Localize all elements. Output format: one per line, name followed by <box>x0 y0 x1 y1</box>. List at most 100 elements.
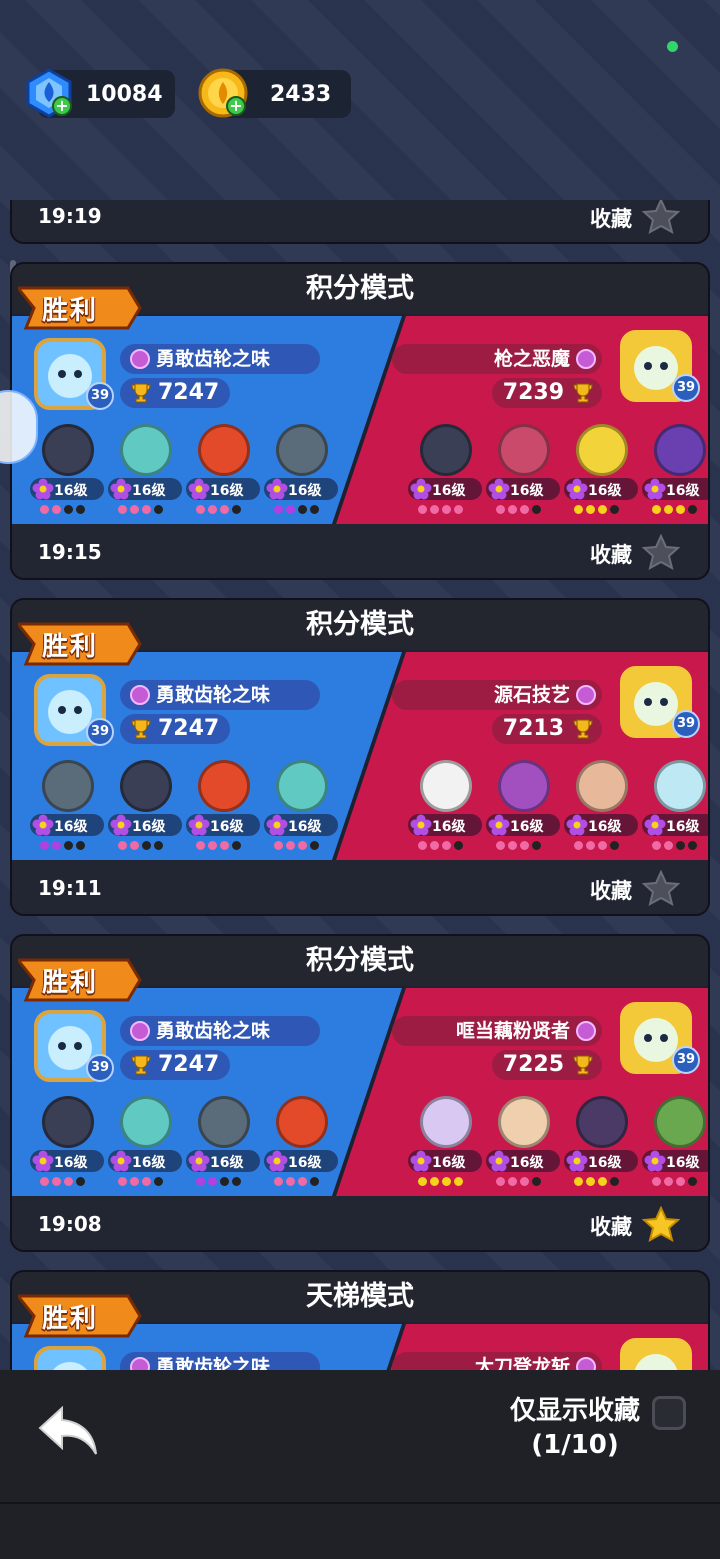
star-icon[interactable] <box>642 534 680 570</box>
opponent-hero[interactable]: 16级 <box>564 424 638 520</box>
star-dot <box>574 841 583 850</box>
star-dot <box>430 1177 439 1186</box>
star-dot <box>442 505 451 514</box>
crown-icon <box>130 1021 150 1041</box>
player-avatar[interactable]: 39 <box>32 1008 114 1084</box>
star-dot <box>442 1177 451 1186</box>
player-score-value: 7247 <box>158 716 220 741</box>
victory-label: 胜利 <box>42 296 99 326</box>
hero-level-badge: 16级 <box>108 1150 182 1172</box>
hero-star-dots <box>496 841 541 851</box>
star-dot <box>154 505 163 514</box>
star-dot <box>676 841 685 850</box>
hero-level: 16级 <box>432 483 466 499</box>
opponent-hero[interactable]: 16级 <box>564 1096 638 1192</box>
star-dot <box>64 1177 73 1186</box>
opponent-avatar[interactable]: 39 <box>618 1000 700 1076</box>
opponent-hero[interactable]: 16级 <box>486 760 560 856</box>
opponent-hero[interactable]: 16级 <box>642 760 708 856</box>
match-card[interactable]: 积分模式 39 39 勇敢齿轮之味 源石技艺 7247 7213 16级 16级 16级 16级 16… <box>10 598 710 916</box>
hero-star-dots <box>574 841 619 851</box>
hero-level: 16级 <box>432 1155 466 1171</box>
opponent-hero[interactable]: 16级 <box>408 760 482 856</box>
gem-counter[interactable]: + 10084 <box>26 68 175 118</box>
player-hero[interactable]: 16级 <box>108 760 182 856</box>
opponent-score-value: 7213 <box>502 716 564 741</box>
hero-level-badge: 16级 <box>30 478 104 500</box>
hero-portrait-icon <box>198 424 250 476</box>
back-arrow-icon[interactable] <box>36 1404 100 1458</box>
trophy-icon <box>131 1055 151 1075</box>
hero-portrait-icon <box>420 1096 472 1148</box>
crown-icon <box>130 685 150 705</box>
hero-level-badge: 16级 <box>108 814 182 836</box>
opponent-name: 哐当藕粉贤者 <box>392 1016 602 1046</box>
star-icon[interactable] <box>642 1206 680 1242</box>
opponent-hero[interactable]: 16级 <box>408 424 482 520</box>
opponent-hero[interactable]: 16级 <box>642 424 708 520</box>
star-dot <box>610 841 619 850</box>
match-card[interactable]: 积分模式 39 39 勇敢齿轮之味 哐当藕粉贤者 7247 7225 16级 16级 16级 16级… <box>10 934 710 1252</box>
opponent-avatar[interactable] <box>618 1336 694 1370</box>
flower-rank-icon <box>644 814 666 836</box>
flower-rank-icon <box>488 814 510 836</box>
star-dot <box>454 1177 463 1186</box>
star-dot <box>454 841 463 850</box>
player-hero[interactable]: 16级 <box>264 424 338 520</box>
star-dot <box>208 1177 217 1186</box>
player-hero[interactable]: 16级 <box>264 760 338 856</box>
opponent-avatar[interactable]: 39 <box>618 328 700 404</box>
gold-amount: 2433 <box>270 81 332 107</box>
star-dot <box>442 841 451 850</box>
player-avatar[interactable]: 39 <box>32 336 114 412</box>
opponent-hero[interactable]: 16级 <box>486 424 560 520</box>
match-card[interactable]: 天梯模式 勇敢齿轮之味 大刀登龙斩 胜利 <box>10 1270 710 1370</box>
opponent-avatar[interactable]: 39 <box>618 664 700 740</box>
match-footer: 19:15 收藏 <box>12 524 708 578</box>
player-hero[interactable]: 16级 <box>30 424 104 520</box>
player-hero[interactable]: 16级 <box>186 424 260 520</box>
player-hero[interactable]: 16级 <box>108 424 182 520</box>
opponent-hero[interactable]: 16级 <box>486 1096 560 1192</box>
opponent-name: 枪之恶魔 <box>392 344 602 374</box>
match-time: 19:19 <box>38 204 102 228</box>
star-dot <box>118 841 127 850</box>
opponent-hero[interactable]: 16级 <box>408 1096 482 1192</box>
match-arena: 39 39 勇敢齿轮之味 枪之恶魔 7247 7239 16级 16级 16级 16级 16级 16级… <box>12 316 708 524</box>
player-hero[interactable]: 16级 <box>30 1096 104 1192</box>
star-dot <box>76 841 85 850</box>
hero-portrait-icon <box>120 760 172 812</box>
player-avatar[interactable]: 39 <box>32 672 114 748</box>
star-dot <box>598 505 607 514</box>
hero-star-dots <box>40 841 85 851</box>
player-hero[interactable]: 16级 <box>186 1096 260 1192</box>
player-hero[interactable]: 16级 <box>186 760 260 856</box>
only-fav-checkbox[interactable] <box>652 1396 686 1430</box>
hero-star-dots <box>574 1177 619 1187</box>
hero-portrait-icon <box>276 1096 328 1148</box>
opponent-hero[interactable]: 16级 <box>642 1096 708 1192</box>
match-history-list[interactable]: 19:19 收藏 积分模式 39 39 勇敢齿轮之味 枪之恶魔 7247 7239 16级 16… <box>0 200 720 1370</box>
star-dot <box>418 1177 427 1186</box>
opponent-score-value: 7225 <box>502 1052 564 1077</box>
star-icon[interactable] <box>642 200 680 234</box>
player-hero[interactable]: 16级 <box>30 760 104 856</box>
flower-rank-icon <box>266 478 288 500</box>
gold-counter[interactable]: + 2433 <box>198 68 351 118</box>
player-hero[interactable]: 16级 <box>108 1096 182 1192</box>
player-hero[interactable]: 16级 <box>264 1096 338 1192</box>
hero-level: 16级 <box>132 483 166 499</box>
player-avatar[interactable] <box>32 1344 108 1370</box>
star-dot <box>52 505 61 514</box>
match-card-partial[interactable]: 19:19 收藏 <box>10 200 710 244</box>
star-icon[interactable] <box>642 870 680 906</box>
match-card[interactable]: 积分模式 39 39 勇敢齿轮之味 枪之恶魔 7247 7239 16级 16级 16级 16级 16… <box>10 262 710 580</box>
add-gold-icon[interactable]: + <box>226 96 246 116</box>
star-dot <box>76 505 85 514</box>
flower-rank-icon <box>32 814 54 836</box>
star-dot <box>40 1177 49 1186</box>
opponent-hero[interactable]: 16级 <box>564 760 638 856</box>
only-show-favorites[interactable]: 仅显示收藏 (1/10) <box>510 1394 640 1462</box>
add-gems-icon[interactable]: + <box>52 96 72 116</box>
hero-level-badge: 16级 <box>408 814 482 836</box>
